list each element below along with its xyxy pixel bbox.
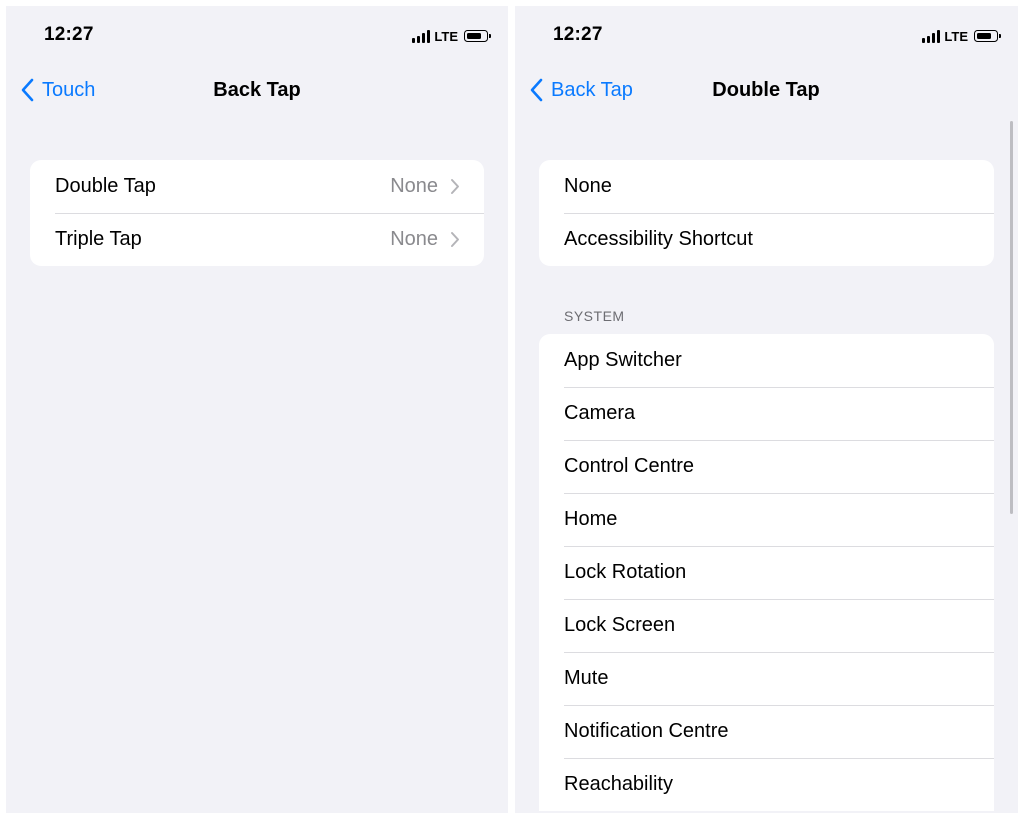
option-label: Lock Rotation [564, 561, 687, 583]
chevron-right-icon [451, 232, 459, 247]
back-button-label: Touch [42, 78, 96, 101]
row-label: Double Tap [55, 175, 156, 197]
row-value: None [390, 175, 438, 197]
option-lock-screen[interactable]: Lock Screen [539, 599, 994, 652]
page-title: Back Tap [213, 79, 301, 101]
option-label: None [564, 175, 612, 197]
option-app-switcher[interactable]: App Switcher [539, 334, 994, 387]
page-title: Double Tap [712, 79, 820, 101]
option-label: App Switcher [564, 349, 682, 371]
option-lock-rotation[interactable]: Lock Rotation [539, 546, 994, 599]
option-camera[interactable]: Camera [539, 387, 994, 440]
option-none[interactable]: None [539, 160, 994, 213]
option-control-centre[interactable]: Control Centre [539, 440, 994, 493]
status-indicators: LTE [412, 28, 491, 44]
option-label: Accessibility Shortcut [564, 228, 753, 250]
back-tap-screen: 12:27 LTE Touch Back Tap Double Tap None… [6, 6, 508, 813]
option-label: Control Centre [564, 455, 695, 477]
double-tap-screen: 12:27 LTE Back Tap Double Tap None Acces… [515, 6, 1018, 813]
scrollbar[interactable] [1010, 121, 1013, 514]
network-type: LTE [944, 28, 968, 44]
status-time: 12:27 [44, 24, 94, 45]
back-button[interactable]: Touch [20, 78, 95, 102]
triple-tap-row[interactable]: Triple Tap None [30, 213, 484, 266]
top-options-group: None Accessibility Shortcut [539, 160, 994, 266]
cellular-signal-icon [412, 29, 431, 43]
status-bar: 12:27 LTE [515, 6, 1018, 66]
row-value: None [390, 228, 438, 250]
chevron-left-icon [21, 78, 34, 102]
navigation-bar: Back Tap Double Tap [515, 66, 1018, 116]
option-label: Lock Screen [564, 614, 676, 636]
back-button-label: Back Tap [551, 78, 633, 101]
battery-icon [464, 30, 491, 42]
chevron-right-icon [451, 179, 459, 194]
option-mute[interactable]: Mute [539, 652, 994, 705]
option-label: Mute [564, 667, 609, 689]
option-notification-centre[interactable]: Notification Centre [539, 705, 994, 758]
chevron-left-icon [530, 78, 543, 102]
status-time: 12:27 [553, 24, 603, 45]
status-indicators: LTE [922, 28, 1001, 44]
option-label: Reachability [564, 773, 673, 795]
network-type: LTE [434, 28, 458, 44]
option-reachability[interactable]: Reachability [539, 758, 994, 811]
option-accessibility-shortcut[interactable]: Accessibility Shortcut [539, 213, 994, 266]
back-button[interactable]: Back Tap [529, 78, 633, 102]
row-label: Triple Tap [55, 228, 142, 250]
cellular-signal-icon [922, 29, 941, 43]
double-tap-row[interactable]: Double Tap None [30, 160, 484, 213]
navigation-bar: Touch Back Tap [6, 66, 508, 116]
system-options-group: App Switcher Camera Control Centre Home … [539, 334, 994, 811]
battery-icon [974, 30, 1001, 42]
tap-options-group: Double Tap None Triple Tap None [30, 160, 484, 266]
option-label: Camera [564, 402, 636, 424]
status-bar: 12:27 LTE [6, 6, 508, 66]
option-label: Notification Centre [564, 720, 729, 742]
section-header-system: SYSTEM [564, 308, 625, 324]
option-home[interactable]: Home [539, 493, 994, 546]
option-label: Home [564, 508, 618, 530]
